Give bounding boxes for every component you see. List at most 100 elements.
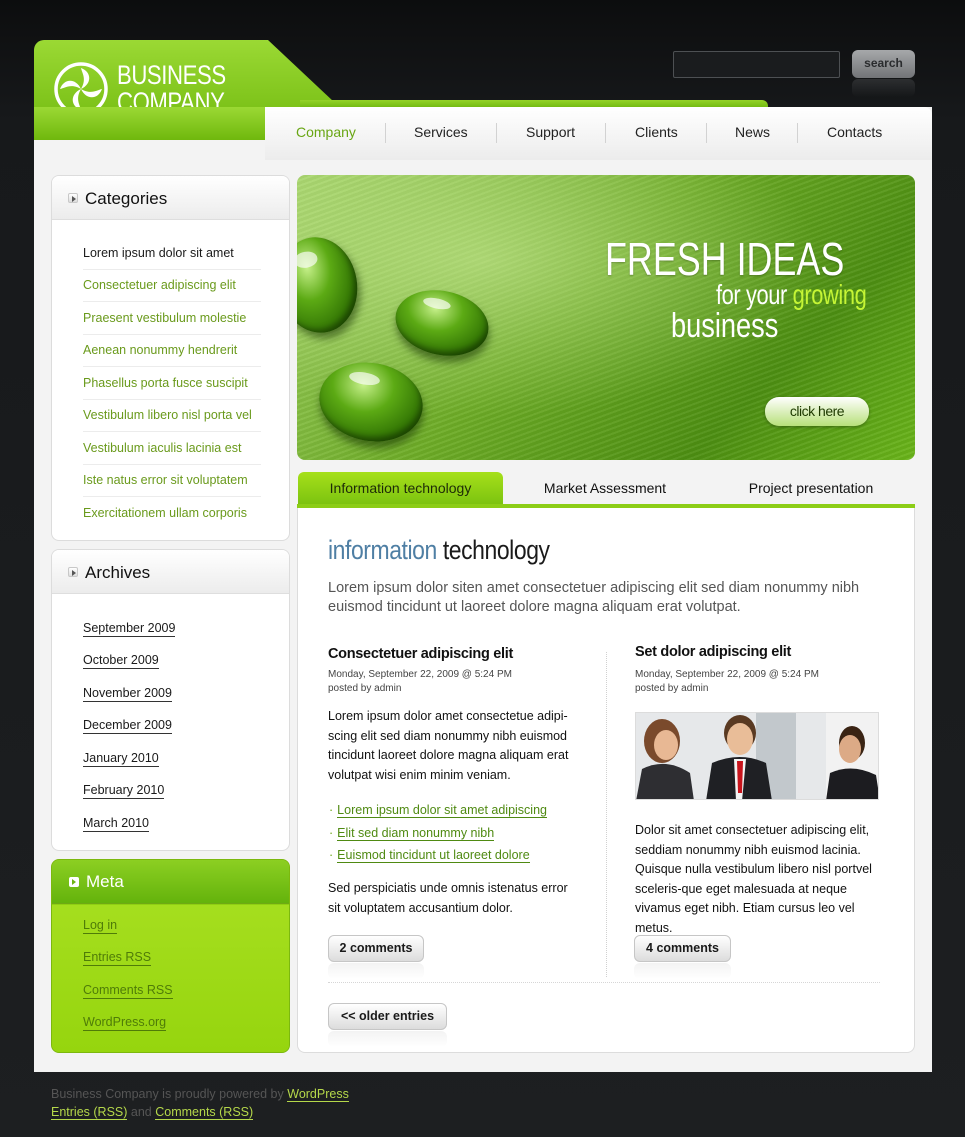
post-link-item[interactable]: · Euismod tincidunt ut laoreet dolore — [329, 847, 530, 863]
header-stripe — [300, 100, 768, 107]
search-button-reflection — [852, 79, 915, 97]
tab-project-presentation[interactable]: Project presentation — [708, 472, 914, 504]
category-link[interactable]: Lorem ipsum dolor sit amet — [83, 238, 261, 270]
category-link[interactable]: Iste natus error sit voluptatem — [83, 465, 261, 497]
arrow-right-icon — [68, 193, 78, 203]
archive-link[interactable]: January 2010 — [83, 750, 159, 767]
categories-title: Categories — [85, 189, 168, 208]
column-separator — [606, 652, 607, 977]
category-link[interactable]: Praesent vestibulum molestie — [83, 303, 261, 335]
nav-separator — [706, 123, 707, 143]
section-title-b: technology — [442, 535, 550, 565]
tab-information-technology[interactable]: Information technology — [298, 472, 503, 504]
archive-link[interactable]: February 2010 — [83, 782, 165, 799]
comments-button[interactable]: 4 comments — [634, 935, 731, 962]
banner-subline-b: growing — [792, 279, 867, 310]
nav-separator — [385, 123, 386, 143]
bullet-icon: · — [329, 803, 334, 817]
category-link[interactable]: Vestibulum iaculis lacinia est — [83, 433, 261, 465]
post-date: Monday, September 22, 2009 @ 5:24 PM — [328, 669, 512, 680]
category-link[interactable]: Phasellus porta fusce suscipit — [83, 368, 261, 400]
post-body: Dolor sit amet consectetuer adipiscing e… — [635, 823, 872, 935]
search-button[interactable]: search — [852, 50, 915, 78]
post-link[interactable]: Lorem ipsum dolor sit amet adipiscing — [337, 803, 547, 818]
archive-link[interactable]: November 2009 — [83, 685, 172, 702]
bullet-icon: · — [329, 848, 334, 862]
brand-line1: BUSINESS — [117, 60, 226, 90]
post-link-item[interactable]: · Elit sed diam nonummy nibh — [329, 825, 495, 841]
nav-separator — [797, 123, 798, 143]
comments-button[interactable]: 2 comments — [328, 935, 424, 962]
post-link[interactable]: Euismod tincidunt ut laoreet dolore — [337, 848, 530, 863]
banner-line3: business — [671, 307, 779, 345]
nav-clients[interactable]: Clients — [635, 124, 678, 142]
post-date: Monday, September 22, 2009 @ 5:24 PM — [635, 669, 819, 680]
archive-link[interactable]: March 2010 — [83, 815, 150, 832]
footer-comments-rss-link[interactable]: Comments (RSS) — [155, 1105, 254, 1120]
archives-box: Archives September 2009 October 2009 Nov… — [51, 549, 290, 851]
post-link[interactable]: Elit sed diam nonummy nibh — [337, 826, 495, 841]
post-link-item[interactable]: · Lorem ipsum dolor sit amet adipiscing — [329, 802, 547, 818]
business-people-photo — [635, 712, 879, 800]
banner-subline-a: for your — [716, 279, 787, 310]
post-title[interactable]: Consectetuer adipiscing elit — [328, 646, 513, 662]
section-lead: Lorem ipsum dolor siten amet consectetue… — [328, 580, 860, 615]
category-link[interactable]: Vestibulum libero nisl porta vel — [83, 400, 261, 432]
archive-link[interactable]: October 2009 — [83, 652, 159, 669]
button-reflection — [634, 963, 731, 979]
footer-wordpress-link[interactable]: WordPress — [287, 1087, 349, 1102]
post-meta: Monday, September 22, 2009 @ 5:24 PM pos… — [635, 668, 819, 696]
categories-box: Categories Lorem ipsum dolor sit amet Co… — [51, 175, 290, 541]
nav-news[interactable]: News — [735, 124, 770, 142]
meta-title: Meta — [86, 872, 124, 891]
section-title-a: information — [328, 535, 437, 565]
banner-headline: FRESH IDEAS — [605, 233, 845, 285]
button-reflection — [328, 963, 424, 979]
post-title[interactable]: Set dolor adipiscing elit — [635, 644, 791, 660]
bullet-icon: · — [329, 826, 334, 840]
post-body: Lorem ipsum dolor amet consectetue adipi… — [328, 709, 569, 782]
meta-box: Meta Log in Entries RSS Comments RSS Wor… — [51, 859, 290, 1053]
banner-subline: for your growing — [716, 279, 867, 310]
meta-link-entries-rss[interactable]: Entries RSS — [83, 950, 152, 966]
post-body-2: Sed perspiciatis unde omnis istenatus er… — [328, 881, 568, 915]
footer-text: Business Company is proudly powered by — [51, 1087, 284, 1101]
nav-separator — [496, 123, 497, 143]
category-link[interactable]: Exercitationem ullam corporis — [83, 498, 261, 530]
archives-header: Archives — [52, 550, 289, 594]
archive-link[interactable]: September 2009 — [83, 620, 176, 637]
archive-link[interactable]: December 2009 — [83, 717, 172, 734]
search-input[interactable] — [673, 51, 840, 78]
older-entries-button[interactable]: << older entries — [328, 1003, 447, 1030]
section-title: information technology — [328, 534, 550, 566]
meta-link-login[interactable]: Log in — [83, 918, 118, 934]
water-drop-image — [297, 230, 365, 340]
category-link[interactable]: Aenean nonummy hendrerit — [83, 335, 261, 367]
post-author: posted by admin — [328, 683, 402, 694]
water-drop-image — [389, 281, 495, 365]
meta-link-wordpress[interactable]: WordPress.org — [83, 1015, 167, 1031]
click-here-button[interactable]: click here — [765, 397, 869, 426]
nav-company[interactable]: Company — [296, 124, 356, 142]
tab-market-assessment[interactable]: Market Assessment — [505, 472, 705, 504]
nav-support[interactable]: Support — [526, 124, 575, 142]
post-meta: Monday, September 22, 2009 @ 5:24 PM pos… — [328, 668, 512, 696]
water-drop-image — [313, 354, 429, 450]
nav-separator — [605, 123, 606, 143]
archives-title: Archives — [85, 563, 151, 582]
footer-entries-rss-link[interactable]: Entries (RSS) — [51, 1105, 128, 1120]
divider — [328, 982, 880, 983]
nav-services[interactable]: Services — [414, 124, 468, 142]
nav-contacts[interactable]: Contacts — [827, 124, 882, 142]
button-reflection — [328, 1031, 447, 1047]
post-author: posted by admin — [635, 683, 709, 694]
footer-and: and — [130, 1105, 152, 1119]
footer-line-2: Entries (RSS) and Comments (RSS) — [51, 1103, 254, 1121]
meta-header: Meta — [52, 860, 289, 904]
meta-link-comments-rss[interactable]: Comments RSS — [83, 983, 173, 999]
category-link[interactable]: Consectetuer adipiscing elit — [83, 270, 261, 302]
arrow-right-icon — [69, 877, 79, 887]
arrow-right-icon — [68, 567, 78, 577]
categories-header: Categories — [52, 176, 289, 220]
footer-line-1: Business Company is proudly powered by W… — [51, 1085, 349, 1103]
